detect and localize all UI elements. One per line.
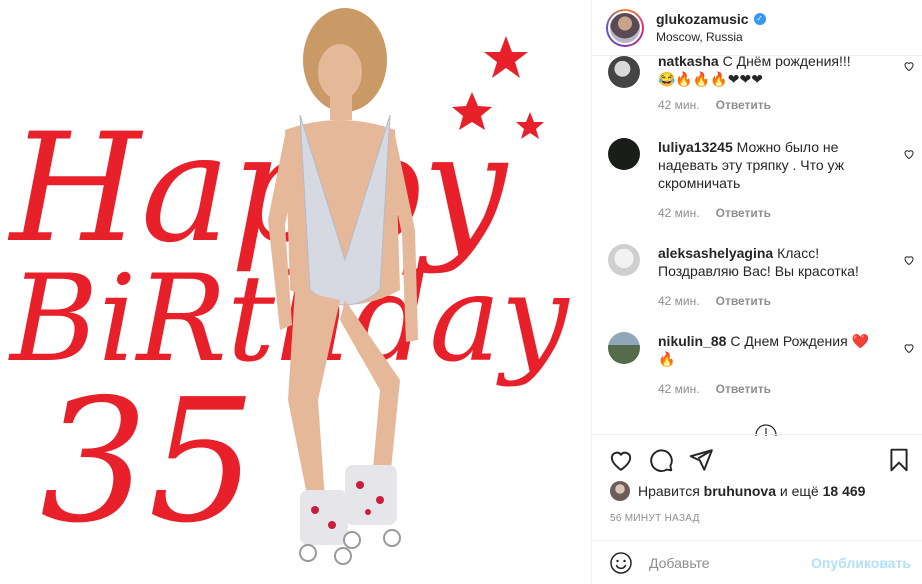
- comment-bubble-icon[interactable]: [648, 447, 674, 473]
- like-comment-heart-icon[interactable]: [903, 342, 915, 354]
- comment-time[interactable]: 42 мин.: [658, 206, 700, 220]
- reply-button[interactable]: Ответить: [716, 382, 771, 396]
- publish-button[interactable]: Опубликовать: [811, 555, 911, 571]
- comment-avatar[interactable]: [608, 56, 640, 88]
- post-image[interactable]: Happy BiRthday 35: [0, 0, 591, 584]
- emoji-smile-icon[interactable]: [609, 551, 633, 575]
- comment-time[interactable]: 42 мин.: [658, 98, 700, 112]
- like-comment-heart-icon[interactable]: [903, 148, 915, 160]
- like-heart-icon[interactable]: [608, 447, 634, 473]
- comment-time[interactable]: 42 мин.: [658, 294, 700, 308]
- likes-middle: и ещё: [779, 483, 819, 499]
- author-avatar[interactable]: [608, 10, 642, 45]
- comment-avatar[interactable]: [608, 332, 640, 364]
- likes-summary: Нравится bruhunova и ещё 18 469: [610, 481, 865, 501]
- comment-username[interactable]: aleksashelyagina: [658, 245, 773, 261]
- model-figure: [268, 8, 418, 565]
- likes-count[interactable]: 18 469: [823, 483, 866, 499]
- reply-button[interactable]: Ответить: [716, 206, 771, 220]
- likes-prefix: Нравится: [638, 483, 700, 499]
- add-comment-bar: Опубликовать: [592, 540, 922, 584]
- comment-username[interactable]: nikulin_88: [658, 333, 726, 349]
- save-bookmark-icon[interactable]: [886, 447, 912, 473]
- verified-badge-icon: ✓: [753, 13, 766, 25]
- author-avatar-ring[interactable]: [606, 8, 644, 47]
- comment-username[interactable]: luliya13245: [658, 139, 733, 155]
- author-username[interactable]: glukozamusic: [656, 11, 749, 27]
- post-sidebar: glukozamusic ✓ Moscow, Russia natkasha С…: [591, 0, 922, 584]
- comment-username[interactable]: natkasha: [658, 56, 719, 69]
- post-header: glukozamusic ✓ Moscow, Russia: [592, 0, 922, 56]
- birthday-artwork: Happy BiRthday 35: [7, 8, 571, 565]
- comment-text: С Днём рождения!!!: [722, 56, 851, 69]
- liker-username[interactable]: bruhunova: [704, 483, 776, 499]
- comment-input[interactable]: [649, 554, 809, 571]
- like-comment-heart-icon[interactable]: [903, 60, 915, 72]
- age-text: 35: [40, 363, 256, 561]
- share-send-icon[interactable]: [688, 447, 714, 473]
- reply-button[interactable]: Ответить: [716, 98, 771, 112]
- comment-avatar[interactable]: [608, 138, 640, 170]
- comment-emoji-line: 😂🔥🔥🔥❤❤❤: [658, 71, 763, 87]
- comment-avatar[interactable]: [608, 244, 640, 276]
- comment-time[interactable]: 42 мин.: [658, 382, 700, 396]
- like-comment-heart-icon[interactable]: [903, 254, 915, 266]
- comments-list[interactable]: natkasha С Днём рождения!!! 😂🔥🔥🔥❤❤❤ 42 м…: [592, 56, 922, 434]
- liker-avatar[interactable]: [610, 481, 630, 501]
- post-timestamp[interactable]: 56 МИНУТ НАЗАД: [610, 513, 700, 524]
- post-actions: Нравится bruhunova и ещё 18 469 56 МИНУТ…: [592, 434, 922, 534]
- reply-button[interactable]: Ответить: [716, 294, 771, 308]
- post-location[interactable]: Moscow, Russia: [656, 30, 766, 44]
